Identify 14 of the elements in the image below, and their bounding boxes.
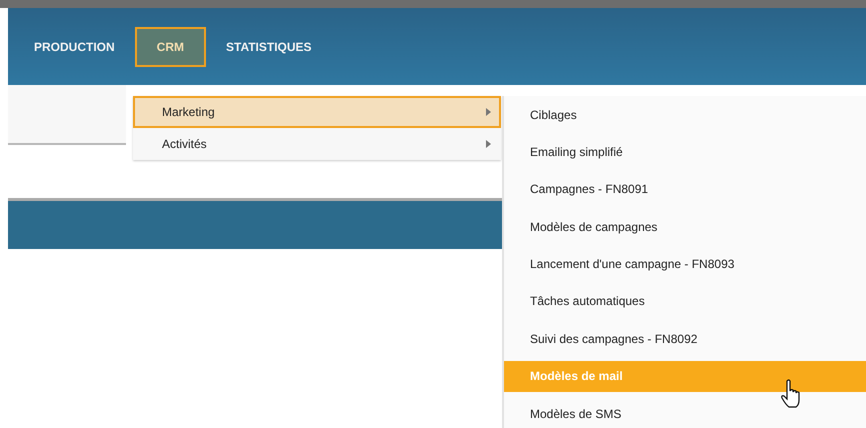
menu-item[interactable]: Marketing xyxy=(133,96,501,128)
submenu-item[interactable]: Modèles de campagnes xyxy=(504,211,866,242)
hand-cursor-icon xyxy=(780,378,802,409)
submenu-item[interactable]: Modèles de SMS xyxy=(504,398,866,428)
submenu-item[interactable]: Emailing simplifié xyxy=(504,136,866,168)
nav-tab[interactable]: CRM xyxy=(134,26,206,66)
submenu-item[interactable]: Ciblages xyxy=(504,99,866,130)
nav-tab[interactable]: STATISTIQUES xyxy=(216,26,322,66)
submenu-item[interactable]: Campagnes - FN8091 xyxy=(504,174,866,205)
nav-tab[interactable]: PRODUCTION xyxy=(24,26,125,66)
menu-item[interactable]: Activités xyxy=(133,128,501,160)
submenu-item[interactable]: Lancement d'une campagne - FN8093 xyxy=(504,248,866,280)
submenu-item[interactable]: Tâches automatiques xyxy=(504,286,866,317)
submenu-item[interactable]: Suivi des campagnes - FN8092 xyxy=(504,323,866,354)
